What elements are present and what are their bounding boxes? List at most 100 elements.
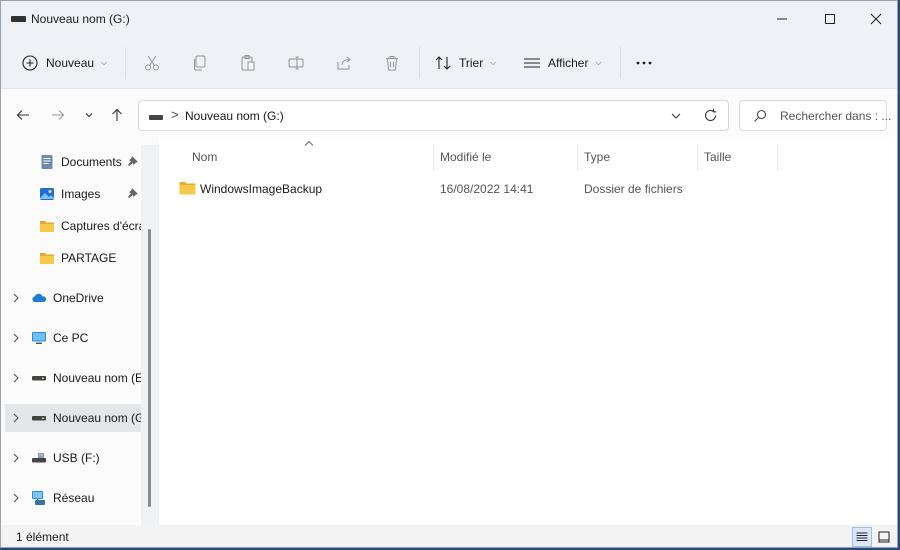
sidebar-item-captures[interactable]: Captures d'écra [1, 212, 141, 240]
file-explorer-window: Nouveau nom (G:) Nouveau ⌵ Trier ⌵ Affic… [0, 0, 898, 548]
scrollbar-thumb[interactable] [148, 229, 151, 507]
chevron-right-icon[interactable] [11, 453, 21, 463]
details-view-icon [856, 532, 868, 541]
search-input[interactable]: Rechercher dans : ... [780, 109, 891, 123]
sidebar-item-documents[interactable]: Documents [1, 148, 141, 176]
sort-ascending-icon [304, 140, 314, 146]
sidebar-item-ce-pc[interactable]: Ce PC [1, 324, 141, 352]
chevron-right-icon[interactable] [11, 413, 21, 423]
window-title: Nouveau nom (G:) [31, 12, 130, 26]
sidebar-item-label: Captures d'écra [61, 219, 141, 233]
column-header-size[interactable]: Taille [704, 150, 731, 164]
separator [620, 47, 621, 79]
maximize-icon [825, 14, 835, 24]
pin-icon[interactable] [127, 155, 139, 167]
chevron-down-icon [85, 113, 93, 118]
sidebar-item-partage[interactable]: PARTAGE [1, 244, 141, 272]
sidebar-item-label: Images [61, 187, 101, 201]
chevron-down-icon: ⌵ [490, 58, 497, 67]
sidebar-item-label: Réseau [53, 491, 95, 505]
column-divider[interactable] [577, 144, 578, 171]
documents-icon [41, 155, 53, 169]
more-options-button[interactable] [635, 50, 653, 76]
sidebar-item-onedrive[interactable]: OneDrive [1, 284, 141, 312]
forward-button[interactable] [47, 103, 69, 127]
chevron-right-icon[interactable] [11, 333, 21, 343]
sidebar-item-label: Nouveau nom (E [53, 371, 141, 385]
column-divider[interactable] [777, 144, 778, 171]
file-row[interactable]: WindowsImageBackup 16/08/2022 14:41 Doss… [175, 179, 795, 201]
minimize-button[interactable] [759, 1, 805, 37]
sort-button[interactable]: Trier ⌵ [434, 50, 496, 76]
paste-button[interactable] [239, 50, 257, 76]
sidebar-item-images[interactable]: Images [1, 180, 141, 208]
arrow-right-icon [52, 110, 65, 120]
column-divider[interactable] [697, 144, 698, 171]
column-divider[interactable] [433, 144, 434, 171]
breadcrumb-current[interactable]: Nouveau nom (G:) [185, 109, 284, 123]
close-icon [870, 13, 882, 25]
drive-icon [11, 16, 26, 22]
maximize-button[interactable] [807, 1, 853, 37]
rename-button[interactable] [287, 50, 305, 76]
column-header-type[interactable]: Type [584, 150, 610, 164]
tiles-view-button[interactable] [874, 527, 894, 547]
separator [125, 47, 126, 79]
chevron-down-icon[interactable] [669, 109, 683, 123]
view-button[interactable]: Afficher ⌵ [523, 50, 602, 76]
separator [419, 47, 420, 79]
folder-icon [179, 182, 196, 195]
onedrive-icon [32, 293, 47, 302]
delete-button[interactable] [383, 50, 401, 76]
details-view-button[interactable] [852, 527, 872, 547]
title-bar[interactable]: Nouveau nom (G:) [1, 1, 897, 37]
copy-button[interactable] [191, 50, 209, 76]
rename-icon [288, 56, 304, 70]
usb-drive-icon [32, 453, 46, 463]
chevron-right-icon[interactable] [11, 293, 21, 303]
sidebar-item-label: Nouveau nom (G [53, 411, 141, 425]
pin-icon[interactable] [127, 187, 139, 199]
chevron-down-icon: ⌵ [595, 58, 602, 67]
column-header-modified[interactable]: Modifié le [440, 150, 491, 164]
drive-icon [32, 376, 46, 381]
sidebar-item-label: Ce PC [53, 331, 89, 345]
tiles-view-icon [878, 531, 890, 543]
up-button[interactable] [106, 103, 128, 127]
more-icon [636, 61, 652, 65]
recent-locations-button[interactable] [78, 103, 100, 127]
back-button[interactable] [12, 103, 34, 127]
breadcrumb-separator: > [171, 107, 179, 122]
chevron-right-icon[interactable] [11, 373, 21, 383]
file-type: Dossier de fichiers [584, 182, 683, 196]
sort-icon [435, 56, 451, 70]
sidebar-item-usb[interactable]: USB (F:) [1, 444, 141, 472]
address-bar[interactable]: > Nouveau nom (G:) [138, 100, 729, 131]
sidebar-item-drive-e[interactable]: Nouveau nom (E [1, 364, 141, 392]
chevron-right-icon[interactable] [11, 493, 21, 503]
sidebar-item-label: PARTAGE [61, 251, 117, 265]
pc-icon [32, 332, 46, 344]
share-button[interactable] [335, 50, 353, 76]
sidebar-item-label: USB (F:) [53, 451, 100, 465]
share-icon [337, 56, 351, 70]
new-button[interactable]: Nouveau ⌵ [21, 50, 107, 76]
sidebar-item-reseau[interactable]: Réseau [1, 484, 141, 512]
close-button[interactable] [853, 1, 897, 37]
view-lines-icon [524, 58, 540, 68]
folder-icon [40, 221, 54, 232]
search-box[interactable]: Rechercher dans : ... [739, 100, 891, 131]
command-bar: Nouveau ⌵ Trier ⌵ Afficher ⌵ [1, 37, 897, 89]
paste-icon [241, 55, 255, 71]
network-icon [32, 491, 45, 505]
search-icon [754, 109, 767, 122]
copy-icon [194, 55, 206, 71]
refresh-icon[interactable] [703, 108, 718, 123]
navigation-scrollbar[interactable] [141, 145, 159, 525]
file-list: Nom Modifié le Type Taille WindowsImageB… [159, 137, 897, 525]
trash-icon [386, 56, 398, 71]
sidebar-item-drive-g[interactable]: Nouveau nom (G [5, 404, 141, 432]
file-name: WindowsImageBackup [200, 182, 323, 196]
cut-button[interactable] [143, 50, 161, 76]
column-header-name[interactable]: Nom [192, 150, 217, 164]
